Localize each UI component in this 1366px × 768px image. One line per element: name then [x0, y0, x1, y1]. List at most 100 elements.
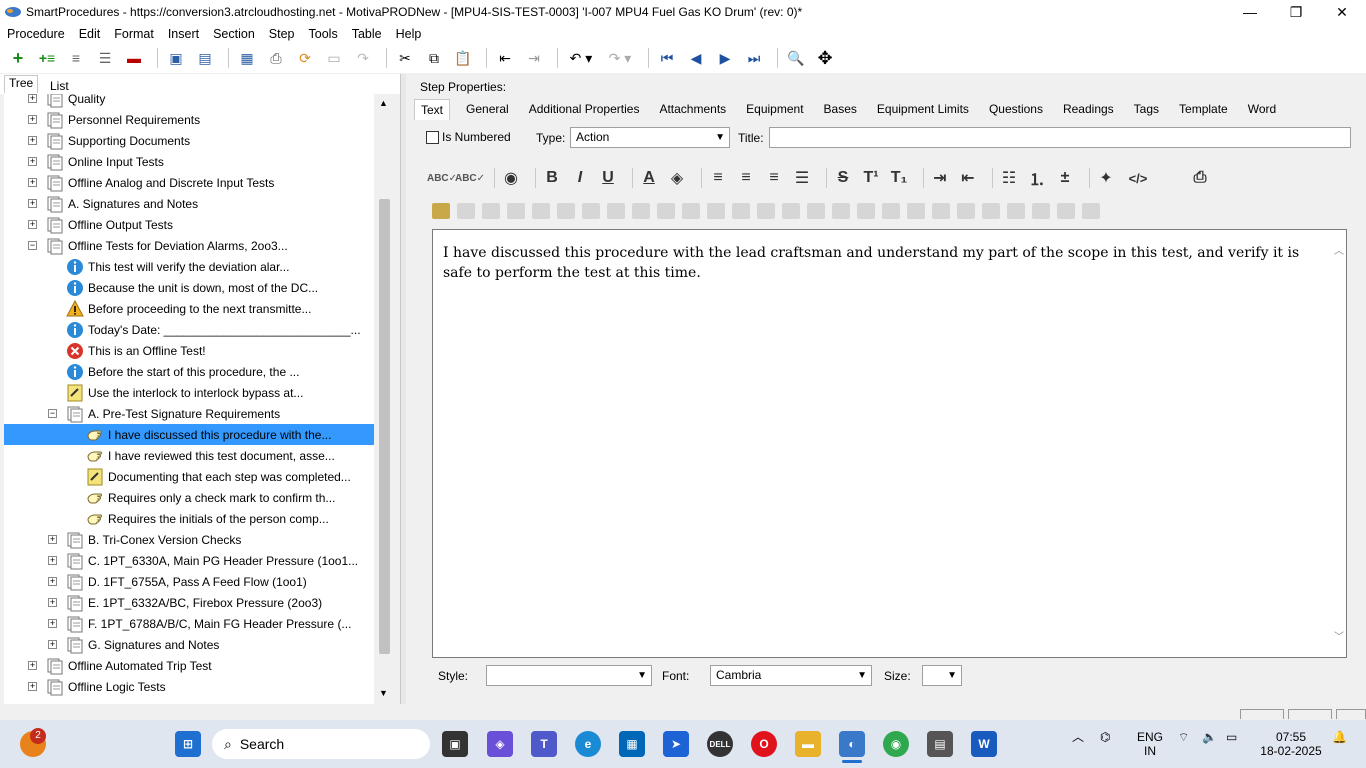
type-select[interactable]: Action ▼: [570, 127, 730, 148]
align-right-icon[interactable]: ≡: [764, 167, 784, 189]
bold-icon[interactable]: B: [542, 167, 562, 189]
expand-icon[interactable]: +: [48, 619, 57, 628]
clock[interactable]: 07:55 18-02-2025: [1258, 730, 1324, 758]
tree-node[interactable]: + Personnel Requirements: [4, 109, 374, 130]
expand-icon[interactable]: +: [28, 115, 37, 124]
smartprocedures-icon[interactable]: ◐: [839, 731, 865, 757]
remote-desktop-icon[interactable]: ▤: [927, 731, 953, 757]
tree-node[interactable]: + A. Signatures and Notes: [4, 193, 374, 214]
italic-icon[interactable]: I: [570, 167, 590, 189]
table-tool-icon[interactable]: [482, 203, 500, 219]
subscript-icon[interactable]: T₁: [889, 167, 909, 189]
tree-node[interactable]: Before proceeding to the next transmitte…: [4, 298, 374, 319]
record-icon[interactable]: ◉: [501, 167, 521, 189]
save-icon[interactable]: ▤: [193, 47, 217, 69]
tree-node[interactable]: Before the start of this procedure, the …: [4, 361, 374, 382]
table-tool-icon[interactable]: [457, 203, 475, 219]
table-tool-icon[interactable]: [682, 203, 700, 219]
tree-node[interactable]: − Offline Tests for Deviation Alarms, 2oo…: [4, 235, 374, 256]
expand-icon[interactable]: +: [28, 157, 37, 166]
table-tool-icon[interactable]: [732, 203, 750, 219]
file-explorer-icon[interactable]: ▬: [795, 731, 821, 757]
expand-icon[interactable]: +: [28, 178, 37, 187]
tree-node[interactable]: Requires only a check mark to confirm th…: [4, 487, 374, 508]
font-color-icon[interactable]: A: [639, 167, 659, 189]
table-tool-icon[interactable]: [932, 203, 950, 219]
tree-node[interactable]: + Online Input Tests: [4, 151, 374, 172]
menu-procedure[interactable]: Procedure: [7, 27, 65, 41]
printer-icon[interactable]: ⎙: [1190, 167, 1210, 189]
last-icon[interactable]: ⏭: [742, 47, 766, 69]
notification-icon[interactable]: 🔔: [1332, 730, 1347, 744]
paste-icon[interactable]: 📋: [451, 47, 475, 69]
tree-node[interactable]: + Quality: [4, 94, 374, 109]
table-tool-icon[interactable]: [532, 203, 550, 219]
tree-node[interactable]: Today's Date: __________________________…: [4, 319, 374, 340]
indent-left-icon[interactable]: ⇤: [958, 167, 978, 189]
tab-questions[interactable]: Questions: [985, 100, 1047, 118]
tree-node[interactable]: Use the interlock to interlock bypass at…: [4, 382, 374, 403]
menu-step[interactable]: Step: [269, 27, 295, 41]
remove-icon[interactable]: ▬: [122, 47, 146, 69]
tree-node[interactable]: + B. Tri-Conex Version Checks: [4, 529, 374, 550]
justify-icon[interactable]: ☰: [792, 167, 812, 189]
maximize-button[interactable]: ❐: [1273, 0, 1319, 24]
table-tool-icon[interactable]: [757, 203, 775, 219]
table-tool-icon[interactable]: [1007, 203, 1025, 219]
print-icon[interactable]: ⎙: [264, 47, 288, 69]
tree-node[interactable]: + E. 1PT_6332A/BC, Firebox Pressure (2oo3…: [4, 592, 374, 613]
undo-icon[interactable]: ↶ ▾: [564, 47, 598, 69]
underline-icon[interactable]: U: [598, 167, 618, 189]
menu-tools[interactable]: Tools: [309, 27, 338, 41]
table-tool-icon[interactable]: [957, 203, 975, 219]
spellcheck-icon[interactable]: ABC✓: [427, 167, 457, 189]
refresh-icon[interactable]: ⟳: [293, 47, 317, 69]
tree-scrollbar[interactable]: ▲ ▼: [376, 94, 392, 704]
menu-edit[interactable]: Edit: [79, 27, 101, 41]
scroll-up-icon[interactable]: ▲: [379, 98, 388, 108]
cut-icon[interactable]: ✂: [393, 47, 417, 69]
taskbar-search[interactable]: ⌕ Search: [212, 729, 430, 759]
chrome-icon[interactable]: ◉: [883, 731, 909, 757]
copilot-icon[interactable]: ◈: [487, 731, 513, 757]
tree-node[interactable]: + C. 1PT_6330A, Main PG Header Pressure (…: [4, 550, 374, 571]
edge-icon[interactable]: e: [575, 731, 601, 757]
tab-text[interactable]: Text: [414, 98, 451, 120]
strikethrough-icon[interactable]: S: [833, 167, 853, 189]
scrollbar-thumb[interactable]: [379, 199, 390, 654]
tree-node[interactable]: This test will verify the deviation alar…: [4, 256, 374, 277]
table-tool-icon[interactable]: [982, 203, 1000, 219]
align-left-icon[interactable]: ≡: [708, 167, 728, 189]
step-text[interactable]: I have discussed this procedure with the…: [443, 243, 1323, 283]
spellcheck-auto-icon[interactable]: ABC✓: [455, 167, 485, 189]
title-input[interactable]: [769, 127, 1351, 148]
tree-node[interactable]: + Offline Analog and Discrete Input Tests: [4, 172, 374, 193]
expand-icon[interactable]: +: [28, 94, 37, 103]
teams-icon[interactable]: T: [531, 731, 557, 757]
table-tool-icon[interactable]: [782, 203, 800, 219]
tab-template[interactable]: Template: [1175, 100, 1232, 118]
close-button[interactable]: ✕: [1319, 0, 1365, 24]
wifi-icon[interactable]: ⌔: [1178, 730, 1189, 744]
tree-node[interactable]: Requires the initials of the person comp…: [4, 508, 374, 529]
previous-icon[interactable]: ◀: [684, 47, 708, 69]
table-tool-icon[interactable]: [882, 203, 900, 219]
table-tool-icon[interactable]: [857, 203, 875, 219]
tab-list[interactable]: List: [46, 79, 73, 93]
tree-node[interactable]: Because the unit is down, most of the DC…: [4, 277, 374, 298]
tab-attachments[interactable]: Attachments: [655, 100, 730, 118]
task-view-icon[interactable]: ▣: [442, 731, 468, 757]
word-icon[interactable]: W: [971, 731, 997, 757]
redo-icon[interactable]: ↷ ▾: [603, 47, 637, 69]
indent-icon[interactable]: ⇥: [522, 47, 546, 69]
tree-node[interactable]: + Supporting Documents: [4, 130, 374, 151]
editor-scrollbar[interactable]: ︿ ﹀: [1332, 230, 1346, 657]
tab-tree[interactable]: Tree: [4, 75, 39, 93]
dell-icon[interactable]: DELL: [707, 731, 733, 757]
table-tool-icon[interactable]: [507, 203, 525, 219]
html-code-icon[interactable]: </>: [1124, 167, 1152, 189]
table-tool-icon[interactable]: [1082, 203, 1100, 219]
minimize-button[interactable]: —: [1227, 0, 1273, 24]
expand-icon[interactable]: +: [28, 136, 37, 145]
table-tool-icon[interactable]: [582, 203, 600, 219]
